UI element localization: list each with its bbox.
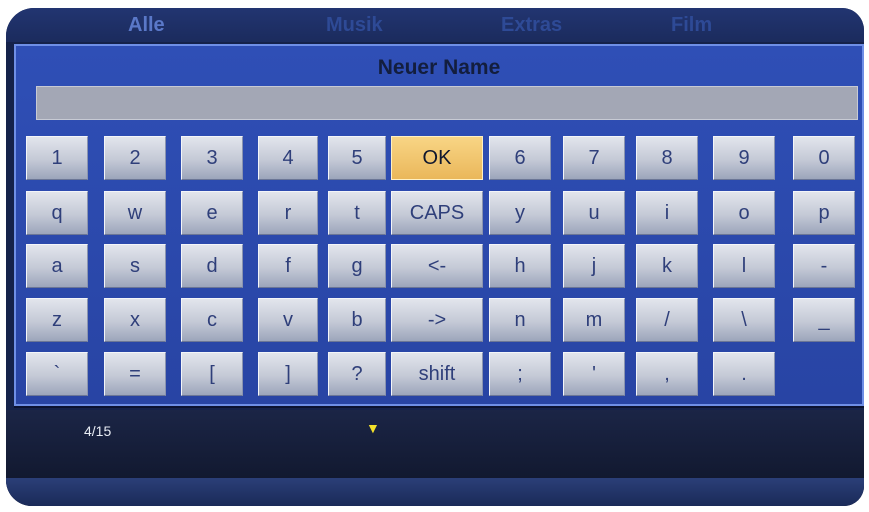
key-u[interactable]: u	[563, 191, 625, 235]
key-period[interactable]: .	[713, 352, 775, 396]
key-hyphen[interactable]: -	[793, 244, 855, 288]
key-left-bracket[interactable]: [	[181, 352, 243, 396]
key-e[interactable]: e	[181, 191, 243, 235]
key-underscore[interactable]: _	[793, 298, 855, 342]
key-f[interactable]: f	[258, 244, 318, 288]
key-right-bracket[interactable]: ]	[258, 352, 318, 396]
key-shift[interactable]: shift	[391, 352, 483, 396]
key-caps[interactable]: CAPS	[391, 191, 483, 235]
key-7[interactable]: 7	[563, 136, 625, 180]
new-name-input[interactable]	[36, 86, 858, 120]
key-8[interactable]: 8	[636, 136, 698, 180]
key-l[interactable]: l	[713, 244, 775, 288]
key-q[interactable]: q	[26, 191, 88, 235]
key-equals[interactable]: =	[104, 352, 166, 396]
key-g[interactable]: g	[328, 244, 386, 288]
key-n[interactable]: n	[489, 298, 551, 342]
key-a[interactable]: a	[26, 244, 88, 288]
key-apostrophe[interactable]: '	[563, 352, 625, 396]
key-6[interactable]: 6	[489, 136, 551, 180]
key-y[interactable]: y	[489, 191, 551, 235]
key-1[interactable]: 1	[26, 136, 88, 180]
key-t[interactable]: t	[328, 191, 386, 235]
tv-screen: Alle Musik Extras Film 4/15 ▼ Neuer Name…	[6, 8, 864, 506]
key-ok[interactable]: OK	[391, 136, 483, 180]
key-backslash[interactable]: \	[713, 298, 775, 342]
key-question-mark[interactable]: ?	[328, 352, 386, 396]
key-w[interactable]: w	[104, 191, 166, 235]
key-k[interactable]: k	[636, 244, 698, 288]
key-4[interactable]: 4	[258, 136, 318, 180]
background-footer-stripe	[6, 478, 864, 506]
key-0[interactable]: 0	[793, 136, 855, 180]
key-3[interactable]: 3	[181, 136, 243, 180]
background-menu-bar: Alle Musik Extras Film	[6, 8, 864, 42]
key-d[interactable]: d	[181, 244, 243, 288]
key-2[interactable]: 2	[104, 136, 166, 180]
key-backtick[interactable]: `	[26, 352, 88, 396]
background-tab-film: Film	[671, 14, 713, 36]
key-i[interactable]: i	[636, 191, 698, 235]
dialog-title: Neuer Name	[377, 56, 501, 79]
key-z[interactable]: z	[26, 298, 88, 342]
key-comma[interactable]: ,	[636, 352, 698, 396]
background-tab-all: Alle	[128, 14, 165, 36]
rename-dialog: Neuer Name 1 2 3 4 5 OK 6 7 8 9 0 q w e r t CAPS y u i o p a s d…	[14, 44, 864, 406]
key-5[interactable]: 5	[328, 136, 386, 180]
key-slash[interactable]: /	[636, 298, 698, 342]
key-c[interactable]: c	[181, 298, 243, 342]
key-9[interactable]: 9	[713, 136, 775, 180]
key-x[interactable]: x	[104, 298, 166, 342]
key-m[interactable]: m	[563, 298, 625, 342]
background-tab-extras: Extras	[501, 14, 563, 36]
page-counter: 4/15	[84, 423, 112, 439]
key-semicolon[interactable]: ;	[489, 352, 551, 396]
key-r[interactable]: r	[258, 191, 318, 235]
key-o[interactable]: o	[713, 191, 775, 235]
key-s[interactable]: s	[104, 244, 166, 288]
key-p[interactable]: p	[793, 191, 855, 235]
key-h[interactable]: h	[489, 244, 551, 288]
key-v[interactable]: v	[258, 298, 318, 342]
key-b[interactable]: b	[328, 298, 386, 342]
key-backspace[interactable]: <-	[391, 244, 483, 288]
background-tab-music: Musik	[326, 14, 383, 36]
key-j[interactable]: j	[563, 244, 625, 288]
key-cursor-right[interactable]: ->	[391, 298, 483, 342]
triangle-down-icon[interactable]: ▼	[366, 420, 380, 436]
